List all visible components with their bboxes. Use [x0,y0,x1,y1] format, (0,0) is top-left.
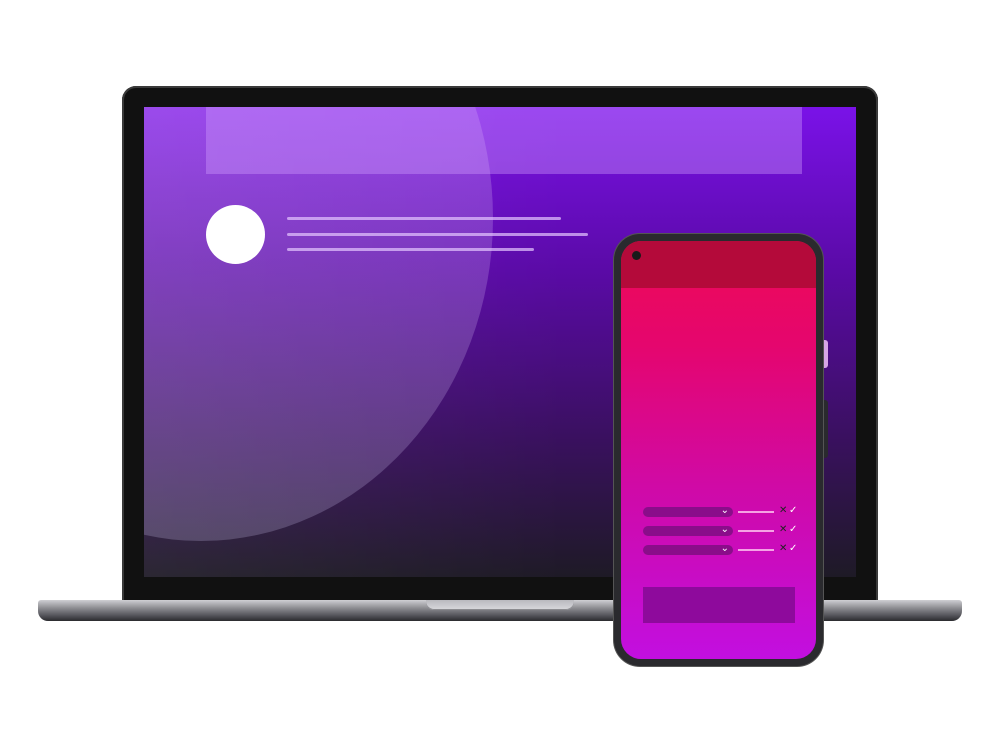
phone-power-button [823,400,828,458]
phone-app-bar [621,241,816,288]
profile-text-line [287,233,588,236]
row-divider [738,530,774,532]
close-icon[interactable]: ✕ [779,542,787,556]
check-icon[interactable]: ✓ [789,523,797,537]
close-icon[interactable]: ✕ [779,504,787,518]
camera-icon [632,251,641,260]
phone-volume-button [823,340,828,368]
chevron-down-icon: ⌄ [720,524,729,535]
chevron-down-icon: ⌄ [720,505,729,516]
dropdown-select[interactable]: ⌄ [643,524,733,536]
check-icon[interactable]: ✓ [789,542,797,556]
form-row: ⌄ ✕ ✓ [643,523,803,537]
profile-text-line [287,248,534,251]
device-mockup-scene: ⌄ ✕ ✓ ⌄ ✕ ✓ ⌄ ✕ ✓ [0,0,1000,750]
dropdown-select[interactable]: ⌄ [643,505,733,517]
check-icon[interactable]: ✓ [789,504,797,518]
screen-header-bar [206,107,802,174]
phone-screen: ⌄ ✕ ✓ ⌄ ✕ ✓ ⌄ ✕ ✓ [621,241,816,659]
row-divider [738,511,774,513]
laptop-trackpad-notch [426,600,574,610]
chevron-down-icon: ⌄ [720,543,729,554]
form-row: ⌄ ✕ ✓ [643,504,803,518]
form-row: ⌄ ✕ ✓ [643,542,803,556]
profile-text-line [287,217,561,220]
avatar [206,205,265,264]
submit-button[interactable] [643,587,795,623]
close-icon[interactable]: ✕ [779,523,787,537]
dropdown-select[interactable]: ⌄ [643,543,733,555]
row-divider [738,549,774,551]
